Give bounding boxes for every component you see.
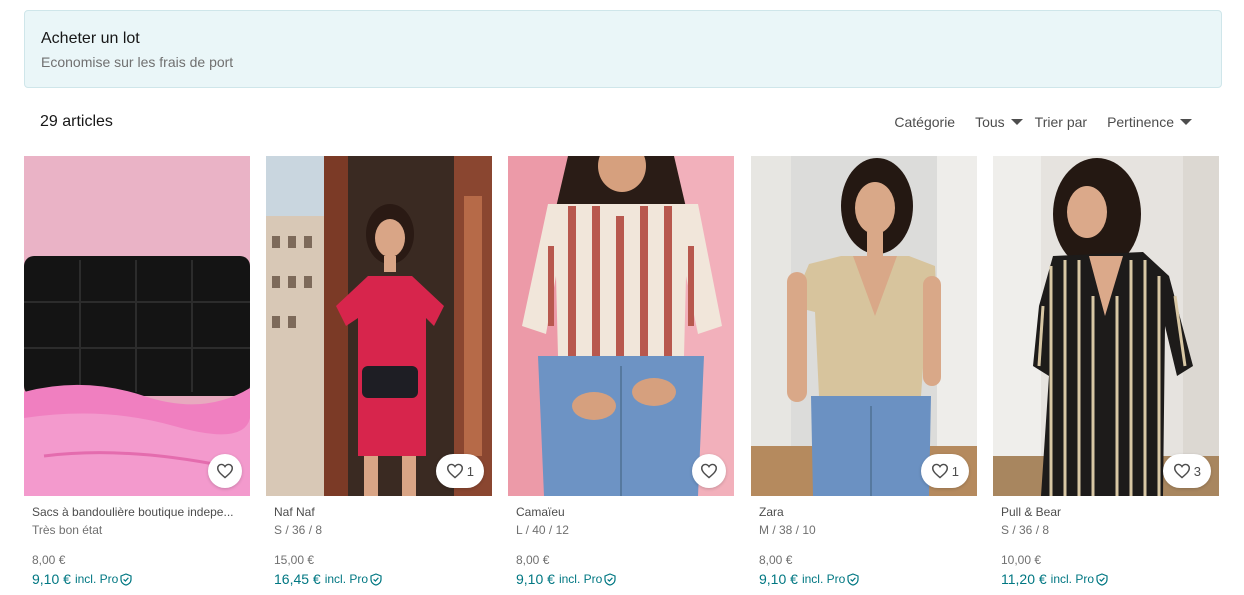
pro-price: 9,10 € <box>32 571 71 587</box>
heart-icon <box>700 463 718 479</box>
product-image[interactable]: 3 <box>993 156 1219 496</box>
chevron-down-icon <box>1180 119 1192 125</box>
favorite-count: 1 <box>466 463 474 479</box>
shield-icon <box>1096 572 1108 586</box>
shield-icon <box>604 572 616 586</box>
shield-icon <box>847 572 859 586</box>
product-subtitle: S / 36 / 8 <box>274 523 323 537</box>
chevron-down-icon <box>1010 119 1023 125</box>
product-subtitle: S / 36 / 8 <box>1001 523 1050 537</box>
pro-note: incl. Pro <box>801 572 846 586</box>
favorite-button[interactable] <box>692 454 726 488</box>
pro-note: incl. Pro <box>558 572 603 586</box>
pro-price-row: 11,20 € incl. Pro <box>1001 570 1211 588</box>
favorite-button[interactable]: 3 <box>1162 454 1211 488</box>
product-image[interactable] <box>508 156 734 496</box>
pro-note: incl. Pro <box>74 572 119 586</box>
sort-value: Pertinence <box>1107 114 1174 130</box>
favorite-button[interactable]: 1 <box>435 454 484 488</box>
shield-icon <box>370 572 382 586</box>
heart-icon <box>931 463 948 479</box>
product-title: Sacs à bandoulière boutique indepe... <box>32 505 234 519</box>
product-info: Sacs à bandoulière boutique indepe... Tr… <box>24 496 250 588</box>
product-card[interactable]: 1 Naf Naf S / 36 / 8 15,00 € 16,45 € inc… <box>266 156 492 588</box>
favorite-count: 3 <box>1193 463 1201 479</box>
bundle-title: Acheter un lot <box>41 30 140 47</box>
product-subtitle: L / 40 / 12 <box>516 523 569 537</box>
bundle-subtitle: Economise sur les frais de port <box>41 54 234 70</box>
product-card[interactable]: Camaïeu L / 40 / 12 8,00 € 9,10 € incl. … <box>508 156 734 588</box>
product-card[interactable]: 1 Zara M / 38 / 10 8,00 € 9,10 € incl. P… <box>751 156 977 588</box>
category-dropdown[interactable]: Tous <box>975 114 1023 130</box>
product-image[interactable] <box>24 156 250 496</box>
catalog-page: Acheter un lot Economise sur les frais d… <box>0 0 1244 595</box>
pro-note: incl. Pro <box>324 572 369 586</box>
pro-price-row: 9,10 € incl. Pro <box>759 570 969 588</box>
product-subtitle: M / 38 / 10 <box>759 523 816 537</box>
product-card[interactable]: 3 Pull & Bear S / 36 / 8 10,00 € 11,20 €… <box>993 156 1219 588</box>
heart-icon <box>216 463 234 479</box>
product-price: 8,00 € <box>516 553 550 567</box>
bundle-banner[interactable]: Acheter un lot Economise sur les frais d… <box>24 10 1222 88</box>
pro-note: incl. Pro <box>1050 572 1095 586</box>
product-price: 8,00 € <box>32 553 66 567</box>
product-price: 15,00 € <box>274 553 315 567</box>
category-label: Catégorie <box>894 114 956 130</box>
favorite-button[interactable]: 1 <box>920 454 969 488</box>
product-image[interactable]: 1 <box>266 156 492 496</box>
product-info: Pull & Bear S / 36 / 8 10,00 € 11,20 € i… <box>993 496 1219 588</box>
product-subtitle: Très bon état <box>32 523 103 537</box>
product-info: Camaïeu L / 40 / 12 8,00 € 9,10 € incl. … <box>508 496 734 588</box>
pro-price-row: 9,10 € incl. Pro <box>516 570 726 588</box>
product-price: 8,00 € <box>759 553 793 567</box>
product-title: Camaïeu <box>516 505 565 519</box>
pro-price: 9,10 € <box>759 571 798 587</box>
pro-price: 11,20 € <box>1001 571 1047 587</box>
sort-dropdown[interactable]: Pertinence <box>1107 114 1192 130</box>
filter-bar: Catégorie Tous Trier par Pertinence <box>894 112 1192 132</box>
favorite-count: 1 <box>951 463 959 479</box>
pro-price: 9,10 € <box>516 571 555 587</box>
product-info: Naf Naf S / 36 / 8 15,00 € 16,45 € incl.… <box>266 496 492 588</box>
sort-label: Trier par <box>1034 114 1088 130</box>
product-card[interactable]: Sacs à bandoulière boutique indepe... Tr… <box>24 156 250 588</box>
category-value: Tous <box>975 114 1005 130</box>
shield-icon <box>120 572 132 586</box>
product-title: Zara <box>759 505 784 519</box>
product-info: Zara M / 38 / 10 8,00 € 9,10 € incl. Pro <box>751 496 977 588</box>
product-title: Pull & Bear <box>1001 505 1062 519</box>
product-image[interactable]: 1 <box>751 156 977 496</box>
favorite-button[interactable] <box>208 454 242 488</box>
heart-icon <box>446 463 463 479</box>
pro-price-row: 16,45 € incl. Pro <box>274 570 484 588</box>
pro-price-row: 9,10 € incl. Pro <box>32 570 242 588</box>
product-title: Naf Naf <box>274 505 315 519</box>
heart-icon <box>1173 463 1190 479</box>
product-price: 10,00 € <box>1001 553 1042 567</box>
item-count: 29 articles <box>40 113 113 130</box>
pro-price: 16,45 € <box>274 571 321 587</box>
